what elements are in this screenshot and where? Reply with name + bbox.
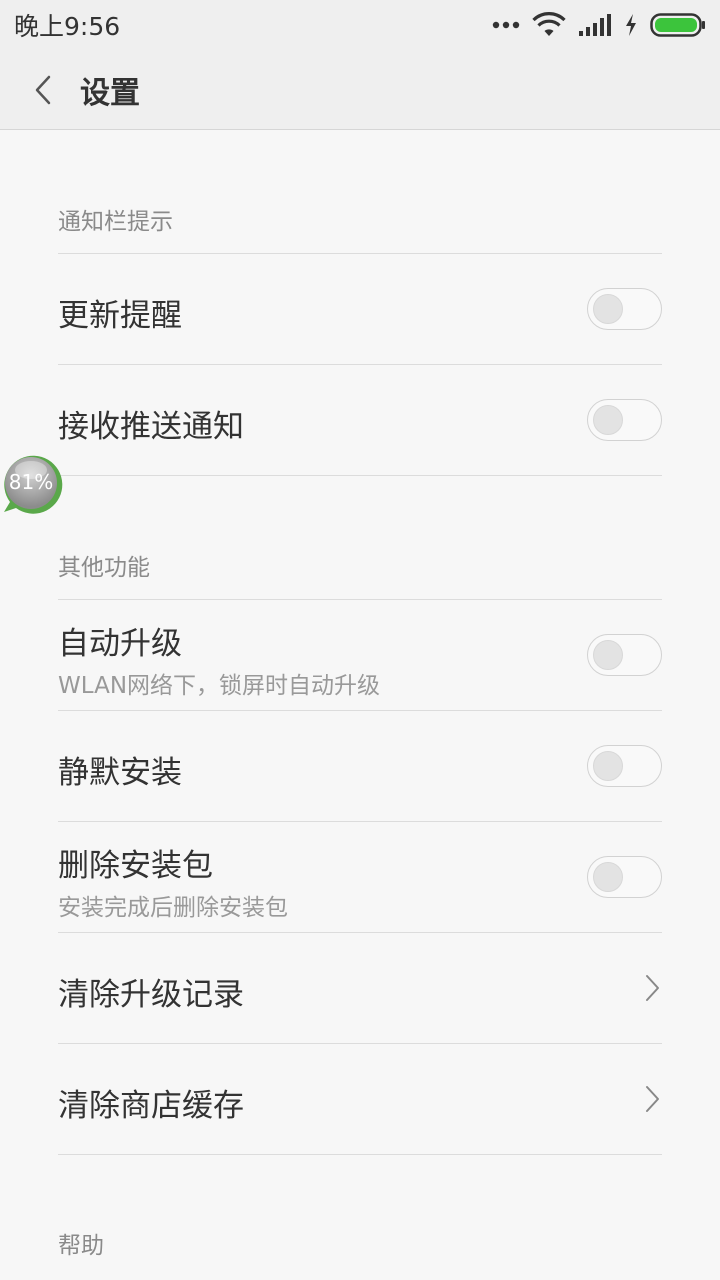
delete-package-toggle[interactable] <box>587 856 662 898</box>
settings-item-clear-upgrade-records[interactable]: 清除升级记录 <box>58 932 662 1043</box>
toggle-knob <box>593 751 623 781</box>
battery-icon <box>650 13 705 37</box>
page-title: 设置 <box>80 75 140 111</box>
title-bar: 设置 <box>0 50 720 130</box>
item-subtitle: WLAN网络下，锁屏时自动升级 <box>58 673 381 699</box>
auto-upgrade-toggle[interactable] <box>587 634 662 676</box>
section-divider <box>58 475 662 476</box>
toggle-knob <box>593 640 623 670</box>
section-divider <box>58 1154 662 1155</box>
settings-item-silent-install[interactable]: 静默安装 <box>58 710 662 821</box>
section-header-help: 帮助 <box>58 1233 104 1259</box>
item-subtitle: 安装完成后删除安装包 <box>58 895 288 921</box>
settings-list: 通知栏提示 更新提醒 接收推送通知 其他功能 自动升级 WLAN网络下，锁屏时自… <box>0 130 720 1280</box>
item-title: 清除商店缓存 <box>58 1088 244 1124</box>
chevron-right-icon <box>646 1086 659 1112</box>
item-title: 静默安装 <box>58 755 182 791</box>
section-header-notifications: 通知栏提示 <box>58 209 173 235</box>
update-reminder-toggle[interactable] <box>587 288 662 330</box>
status-time: 晚上9:56 <box>14 12 121 41</box>
back-button[interactable] <box>0 50 80 130</box>
section-header-other-features: 其他功能 <box>58 555 150 581</box>
floating-bubble-text: 81% <box>8 470 54 494</box>
settings-item-push-notifications[interactable]: 接收推送通知 <box>58 364 662 475</box>
settings-item-delete-package[interactable]: 删除安装包 安装完成后删除安装包 <box>58 821 662 932</box>
wifi-icon <box>532 12 566 36</box>
push-notifications-toggle[interactable] <box>587 399 662 441</box>
settings-item-clear-store-cache[interactable]: 清除商店缓存 <box>58 1043 662 1154</box>
toggle-knob <box>593 405 623 435</box>
toggle-knob <box>593 294 623 324</box>
item-title: 更新提醒 <box>58 298 182 334</box>
item-title: 清除升级记录 <box>58 977 244 1013</box>
chevron-right-icon <box>646 975 659 1001</box>
item-title: 删除安装包 <box>58 848 213 884</box>
chevron-left-icon <box>35 75 51 104</box>
signal-icon <box>579 14 611 36</box>
status-bar: 晚上9:56 <box>0 0 720 50</box>
item-title: 自动升级 <box>58 626 182 662</box>
status-icons <box>492 0 706 50</box>
settings-item-auto-upgrade[interactable]: 自动升级 WLAN网络下，锁屏时自动升级 <box>58 599 662 710</box>
charging-icon <box>626 14 636 36</box>
more-dots-icon <box>492 21 520 29</box>
item-title: 接收推送通知 <box>58 409 244 445</box>
silent-install-toggle[interactable] <box>587 745 662 787</box>
settings-item-update-reminder[interactable]: 更新提醒 <box>58 253 662 364</box>
toggle-knob <box>593 862 623 892</box>
